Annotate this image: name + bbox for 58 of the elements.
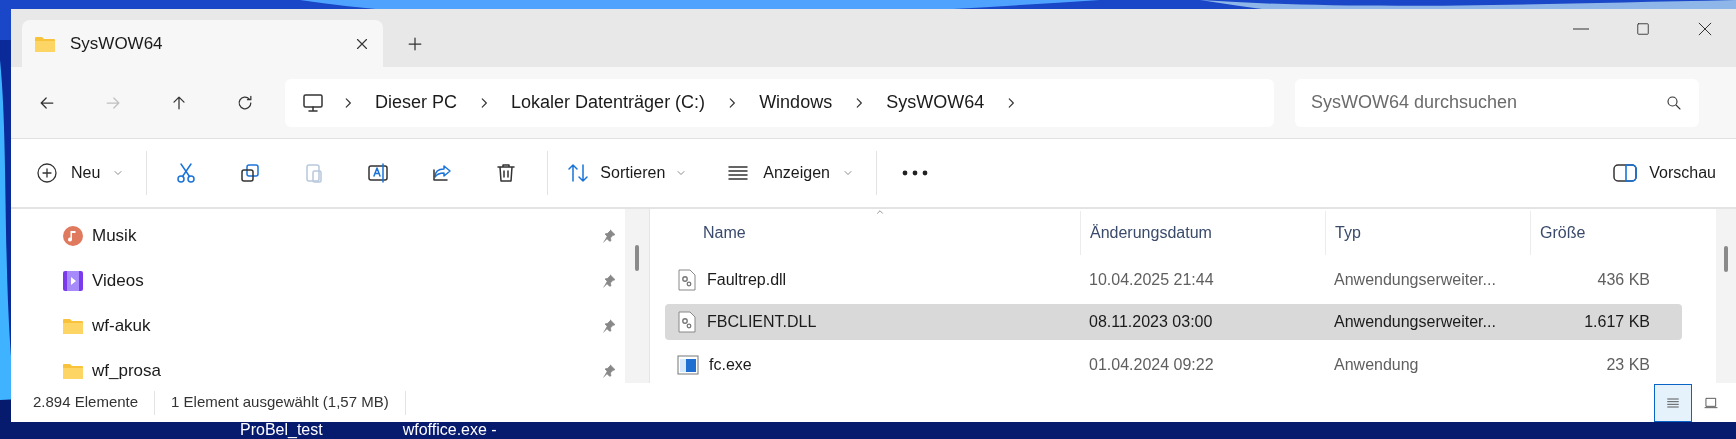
gear-file-icon <box>677 268 697 291</box>
type-cell-text: Anwendung <box>1333 355 1420 376</box>
sidebar-item[interactable]: Videos <box>11 258 625 303</box>
size-cell-text: 1.617 KB <box>1583 312 1651 333</box>
file-name: fc.exe <box>709 355 752 376</box>
sidebar-item[interactable]: wf_prosa <box>11 348 625 383</box>
sort-button[interactable]: Sortieren <box>566 153 688 193</box>
view-button[interactable]: Anzeigen <box>725 153 854 193</box>
file-row[interactable]: FBCLIENT.DLL 08.11.2023 03:00 Anwendungserweiter... 1.617 KB <box>665 304 1682 341</box>
date-cell-text: 08.11.2023 03:00 <box>1088 312 1214 333</box>
file-name: FBCLIENT.DLL <box>707 312 817 333</box>
date-cell-text: 01.04.2024 09:22 <box>1088 355 1215 376</box>
new-button[interactable]: Neu <box>33 153 127 193</box>
rename-icon <box>366 161 391 185</box>
film-icon <box>62 269 84 292</box>
desktop-icon-label[interactable]: wfoffice.exe - <box>402 420 497 439</box>
item-count: 2.894 Elemente <box>33 392 139 413</box>
size-cell-text: 23 KB <box>1605 355 1651 376</box>
pin-icon <box>601 227 617 244</box>
type-cell-text: Anwendungserweiter... <box>1333 312 1497 333</box>
column-header[interactable]: Typ <box>1325 211 1530 255</box>
address-bar[interactable]: Dieser PC Lokaler Datenträger (C:) Windows SysWOW64 <box>285 78 1274 127</box>
breadcrumb-item[interactable]: Dieser PC <box>371 89 462 116</box>
sidebar-item[interactable]: Musik <box>11 213 625 258</box>
sort-arrows-icon <box>566 161 591 185</box>
breadcrumb-item[interactable]: Windows <box>755 89 837 116</box>
size-cell-text: 436 KB <box>1596 269 1651 290</box>
pin-icon <box>601 362 617 379</box>
maximize-icon <box>1634 20 1652 38</box>
preview-pane-icon <box>1613 163 1638 183</box>
pin-icon <box>601 272 617 289</box>
column-header[interactable]: Name <box>665 211 1080 255</box>
breadcrumb-item[interactable]: Lokaler Datenträger (C:) <box>507 89 710 116</box>
more-icon <box>902 170 928 176</box>
sidebar-item[interactable]: wf-akuk <box>11 303 625 348</box>
program-window-icon <box>677 355 699 376</box>
pin-icon <box>601 317 617 334</box>
plus-circle-icon <box>35 161 59 185</box>
date-cell-text: 10.04.2025 21:44 <box>1088 269 1215 290</box>
breadcrumb-item[interactable]: SysWOW64 <box>882 89 989 116</box>
search-field[interactable]: SysWOW64 durchsuchen <box>1295 78 1699 127</box>
search-icon <box>1665 93 1683 112</box>
music-icon <box>62 224 84 247</box>
scrollbar[interactable] <box>625 209 649 383</box>
file-name: Faultrep.dll <box>707 269 787 290</box>
scrollbar[interactable] <box>1716 209 1736 383</box>
preview-button[interactable]: Vorschau <box>1613 153 1716 193</box>
file-row[interactable]: Faultrep.dll 10.04.2025 21:44 Anwendungserweiter... 436 KB <box>665 261 1682 298</box>
type-cell-text: Anwendungserweiter... <box>1333 269 1497 290</box>
selection-info: 1 Element ausgewählt (1,57 MB) <box>171 392 389 413</box>
column-header[interactable]: Größe <box>1530 211 1660 255</box>
view-toggle[interactable] <box>1654 383 1692 422</box>
column-header[interactable]: Änderungsdatum <box>1080 211 1325 255</box>
gear-file-icon <box>677 311 697 334</box>
file-row[interactable]: fc.exe 01.04.2024 09:22 Anwendung 23 KB <box>665 347 1682 383</box>
tab[interactable]: SysWOW64 <box>22 20 383 67</box>
desktop-icon-label[interactable]: ProBel_test <box>240 420 323 439</box>
minimize-icon <box>1573 28 1589 30</box>
